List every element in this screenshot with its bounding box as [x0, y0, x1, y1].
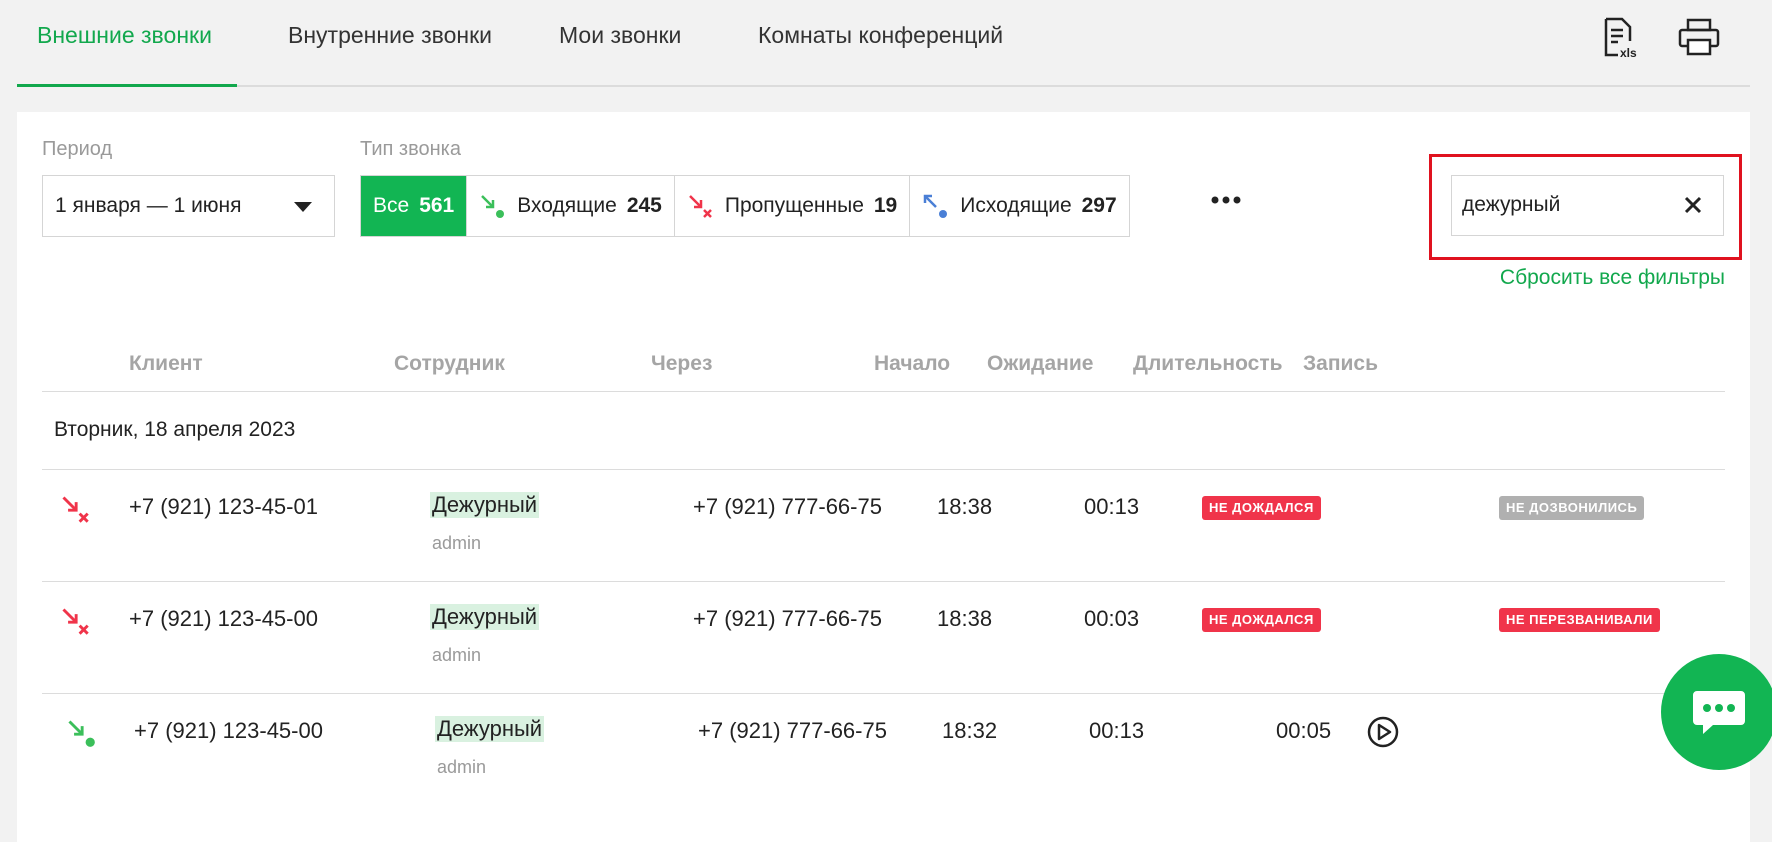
via-number: +7 (921) 777-66-75: [693, 494, 882, 519]
chat-icon: [1693, 691, 1745, 734]
start-time: 18:38: [937, 494, 993, 519]
table-row[interactable]: +7 (921) 123-45-00 Дежурный admin +7 (92…: [42, 694, 1725, 806]
result-badge: НЕ ПЕРЕЗВАНИВАЛИ: [1499, 608, 1660, 632]
via-number: +7 (921) 777-66-75: [693, 606, 882, 631]
chevron-down-icon: [294, 202, 312, 212]
column-client[interactable]: Клиент: [129, 352, 203, 376]
filter-missed-button[interactable]: Пропущенные 19: [673, 176, 909, 236]
active-tab-indicator: [17, 84, 237, 87]
close-icon[interactable]: [1683, 195, 1703, 220]
tab-my-calls[interactable]: Мои звонки: [559, 22, 681, 49]
call-type-filter: Все 561 Входящие 245 Пропущенные 19 Исхо…: [360, 175, 1130, 237]
column-duration[interactable]: Длительность: [1133, 352, 1283, 376]
wait-time: 00:13: [1084, 494, 1140, 519]
client-phone[interactable]: +7 (921) 123-45-00: [134, 718, 323, 744]
incoming-call-icon: [66, 718, 96, 753]
date-group-header: Вторник, 18 апреля 2023: [42, 392, 1725, 470]
period-label: Период: [42, 138, 113, 160]
filter-all-label: Все: [373, 194, 410, 217]
table-row[interactable]: +7 (921) 123-45-00 Дежурный admin +7 (92…: [42, 582, 1725, 694]
status-badge: НЕ ДОЖДАЛСЯ: [1202, 608, 1321, 632]
reset-filters-link[interactable]: Сбросить все фильтры: [1500, 266, 1725, 290]
start-time: 18:38: [937, 606, 993, 631]
filter-outgoing-label: Исходящие: [960, 194, 1072, 217]
filter-outgoing-button[interactable]: Исходящие 297: [909, 176, 1128, 236]
client-phone[interactable]: +7 (921) 123-45-00: [129, 606, 318, 632]
employee-name: Дежурный: [430, 492, 540, 518]
calls-panel: Период 1 января — 1 июня Тип звонка Все …: [17, 112, 1750, 842]
wait-time: 00:03: [1084, 606, 1140, 631]
tab-internal-calls[interactable]: Внутренние звонки: [288, 22, 492, 49]
column-start[interactable]: Начало: [874, 352, 950, 376]
column-wait[interactable]: Ожидание: [987, 352, 1093, 376]
filter-all-count: 561: [419, 194, 455, 217]
missed-call-icon: [60, 606, 90, 641]
outgoing-call-icon: [923, 194, 948, 218]
tab-bar: Внешние звонки Внутренние звонки Мои зво…: [17, 0, 1750, 87]
printer-icon[interactable]: [1678, 18, 1720, 61]
employee-name: Дежурный: [435, 716, 545, 742]
table-header: Клиент Сотрудник Через Начало Ожидание Д…: [42, 342, 1725, 392]
period-value: 1 января — 1 июня: [55, 194, 242, 217]
svg-text:xls: xls: [1620, 46, 1637, 59]
via-number: +7 (921) 777-66-75: [698, 718, 887, 743]
status-badge: НЕ ДОЖДАЛСЯ: [1202, 496, 1321, 520]
search-field: [1451, 175, 1724, 236]
employee-role: admin: [432, 533, 482, 553]
chat-button[interactable]: [1661, 654, 1772, 770]
column-via[interactable]: Через: [651, 352, 712, 376]
filter-all-button[interactable]: Все 561: [361, 176, 467, 236]
filter-outgoing-count: 297: [1081, 194, 1117, 217]
wait-time: 00:13: [1089, 718, 1145, 743]
tab-external-calls[interactable]: Внешние звонки: [37, 22, 212, 49]
result-badge: НЕ ДОЗВОНИЛИСЬ: [1499, 496, 1645, 520]
missed-call-icon: [60, 494, 90, 529]
start-time: 18:32: [942, 718, 998, 743]
search-input[interactable]: [1462, 190, 1672, 220]
more-options-icon[interactable]: [1210, 192, 1242, 210]
client-phone[interactable]: +7 (921) 123-45-01: [129, 494, 318, 520]
xls-export-icon[interactable]: xls: [1602, 17, 1640, 64]
filter-incoming-label: Входящие: [517, 194, 617, 217]
duration: 00:05: [1276, 718, 1332, 743]
column-employee[interactable]: Сотрудник: [394, 352, 505, 376]
filter-missed-label: Пропущенные: [724, 194, 864, 217]
filter-missed-count: 19: [873, 194, 898, 217]
call-type-label: Тип звонка: [360, 138, 461, 160]
play-icon[interactable]: [1366, 715, 1400, 754]
filter-incoming-button[interactable]: Входящие 245: [466, 176, 674, 236]
date-group-label: Вторник, 18 апреля 2023: [54, 418, 296, 441]
incoming-call-icon: [481, 195, 505, 218]
period-select[interactable]: 1 января — 1 июня: [42, 175, 335, 237]
column-recording[interactable]: Запись: [1303, 352, 1378, 376]
table-row[interactable]: +7 (921) 123-45-01 Дежурный admin +7 (92…: [42, 470, 1725, 582]
missed-call-icon: [688, 195, 712, 218]
employee-role: admin: [432, 645, 482, 665]
tab-conference-rooms[interactable]: Комнаты конференций: [758, 22, 1003, 49]
filter-incoming-count: 245: [626, 194, 662, 217]
employee-role: admin: [437, 757, 487, 777]
employee-name: Дежурный: [430, 604, 540, 630]
